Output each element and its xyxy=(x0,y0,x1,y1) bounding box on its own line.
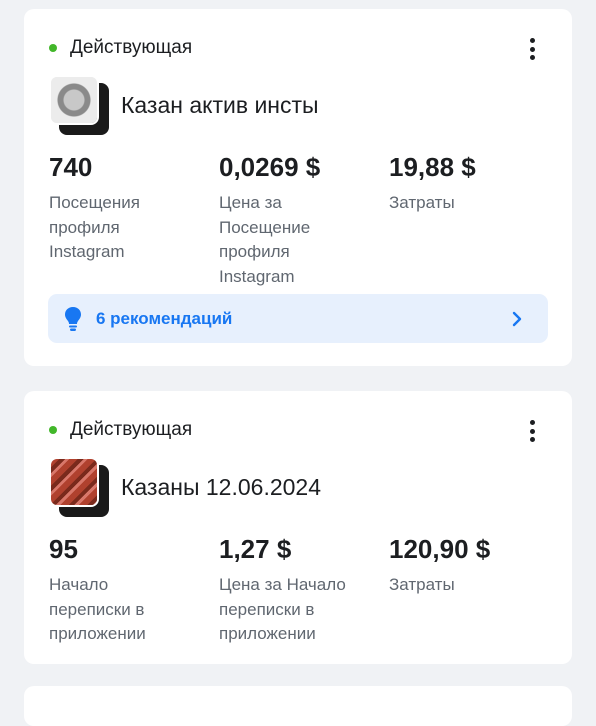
campaign-image-kazan xyxy=(51,77,97,123)
recommendations-button[interactable]: 6 рекомендаций xyxy=(48,294,548,343)
campaign-name[interactable]: Казаны 12.06.2024 xyxy=(121,474,321,501)
status-indicator: Действующая xyxy=(49,419,192,441)
status-label: Действующая xyxy=(70,419,193,440)
metric-label: Цена за Посещение профиля Instagram xyxy=(219,193,311,286)
status-dot xyxy=(49,426,57,434)
status-label: Действующая xyxy=(70,37,193,58)
metric-results: 740 Посещения профиля Instagram xyxy=(49,152,209,265)
metric-label: Посещения профиля Instagram xyxy=(49,193,140,261)
metric-spend: 120,90 $ Затраты xyxy=(389,534,549,598)
metric-label: Начало переписки в приложении xyxy=(49,575,146,643)
metric-label: Затраты xyxy=(389,193,455,212)
campaign-card[interactable]: Действующая Казаны 12.06.2024 95 Начало … xyxy=(24,391,572,664)
metric-value: 0,0269 $ xyxy=(219,152,321,182)
campaign-name[interactable]: Казан актив инсты xyxy=(121,92,319,119)
metric-cost-per-result: 1,27 $ Цена за Начало переписки в прилож… xyxy=(219,534,379,647)
more-options-icon[interactable] xyxy=(520,37,544,61)
more-options-icon[interactable] xyxy=(520,419,544,443)
metric-results: 95 Начало переписки в приложении xyxy=(49,534,209,647)
campaign-image-meat xyxy=(51,459,97,505)
metric-value: 1,27 $ xyxy=(219,534,292,564)
metric-value: 95 xyxy=(49,534,78,564)
recommendations-label: 6 рекомендаций xyxy=(96,308,233,328)
lightbulb-icon xyxy=(65,306,81,331)
campaign-thumbnail xyxy=(49,75,109,135)
status-indicator: Действующая xyxy=(49,37,192,59)
metric-value: 740 xyxy=(49,152,93,182)
status-dot xyxy=(49,44,57,52)
metric-label: Цена за Начало переписки в приложении xyxy=(219,575,346,643)
campaign-thumbnail xyxy=(49,457,109,517)
metric-value: 19,88 $ xyxy=(389,152,476,182)
metric-value: 120,90 $ xyxy=(389,534,491,564)
metric-cost-per-result: 0,0269 $ Цена за Посещение профиля Insta… xyxy=(219,152,379,289)
campaign-card[interactable]: Действующая Казан актив инсты 740 Посеще… xyxy=(24,9,572,366)
chevron-right-icon xyxy=(512,311,522,326)
metric-label: Затраты xyxy=(389,575,455,594)
metric-spend: 19,88 $ Затраты xyxy=(389,152,549,216)
campaign-card[interactable] xyxy=(24,686,572,726)
